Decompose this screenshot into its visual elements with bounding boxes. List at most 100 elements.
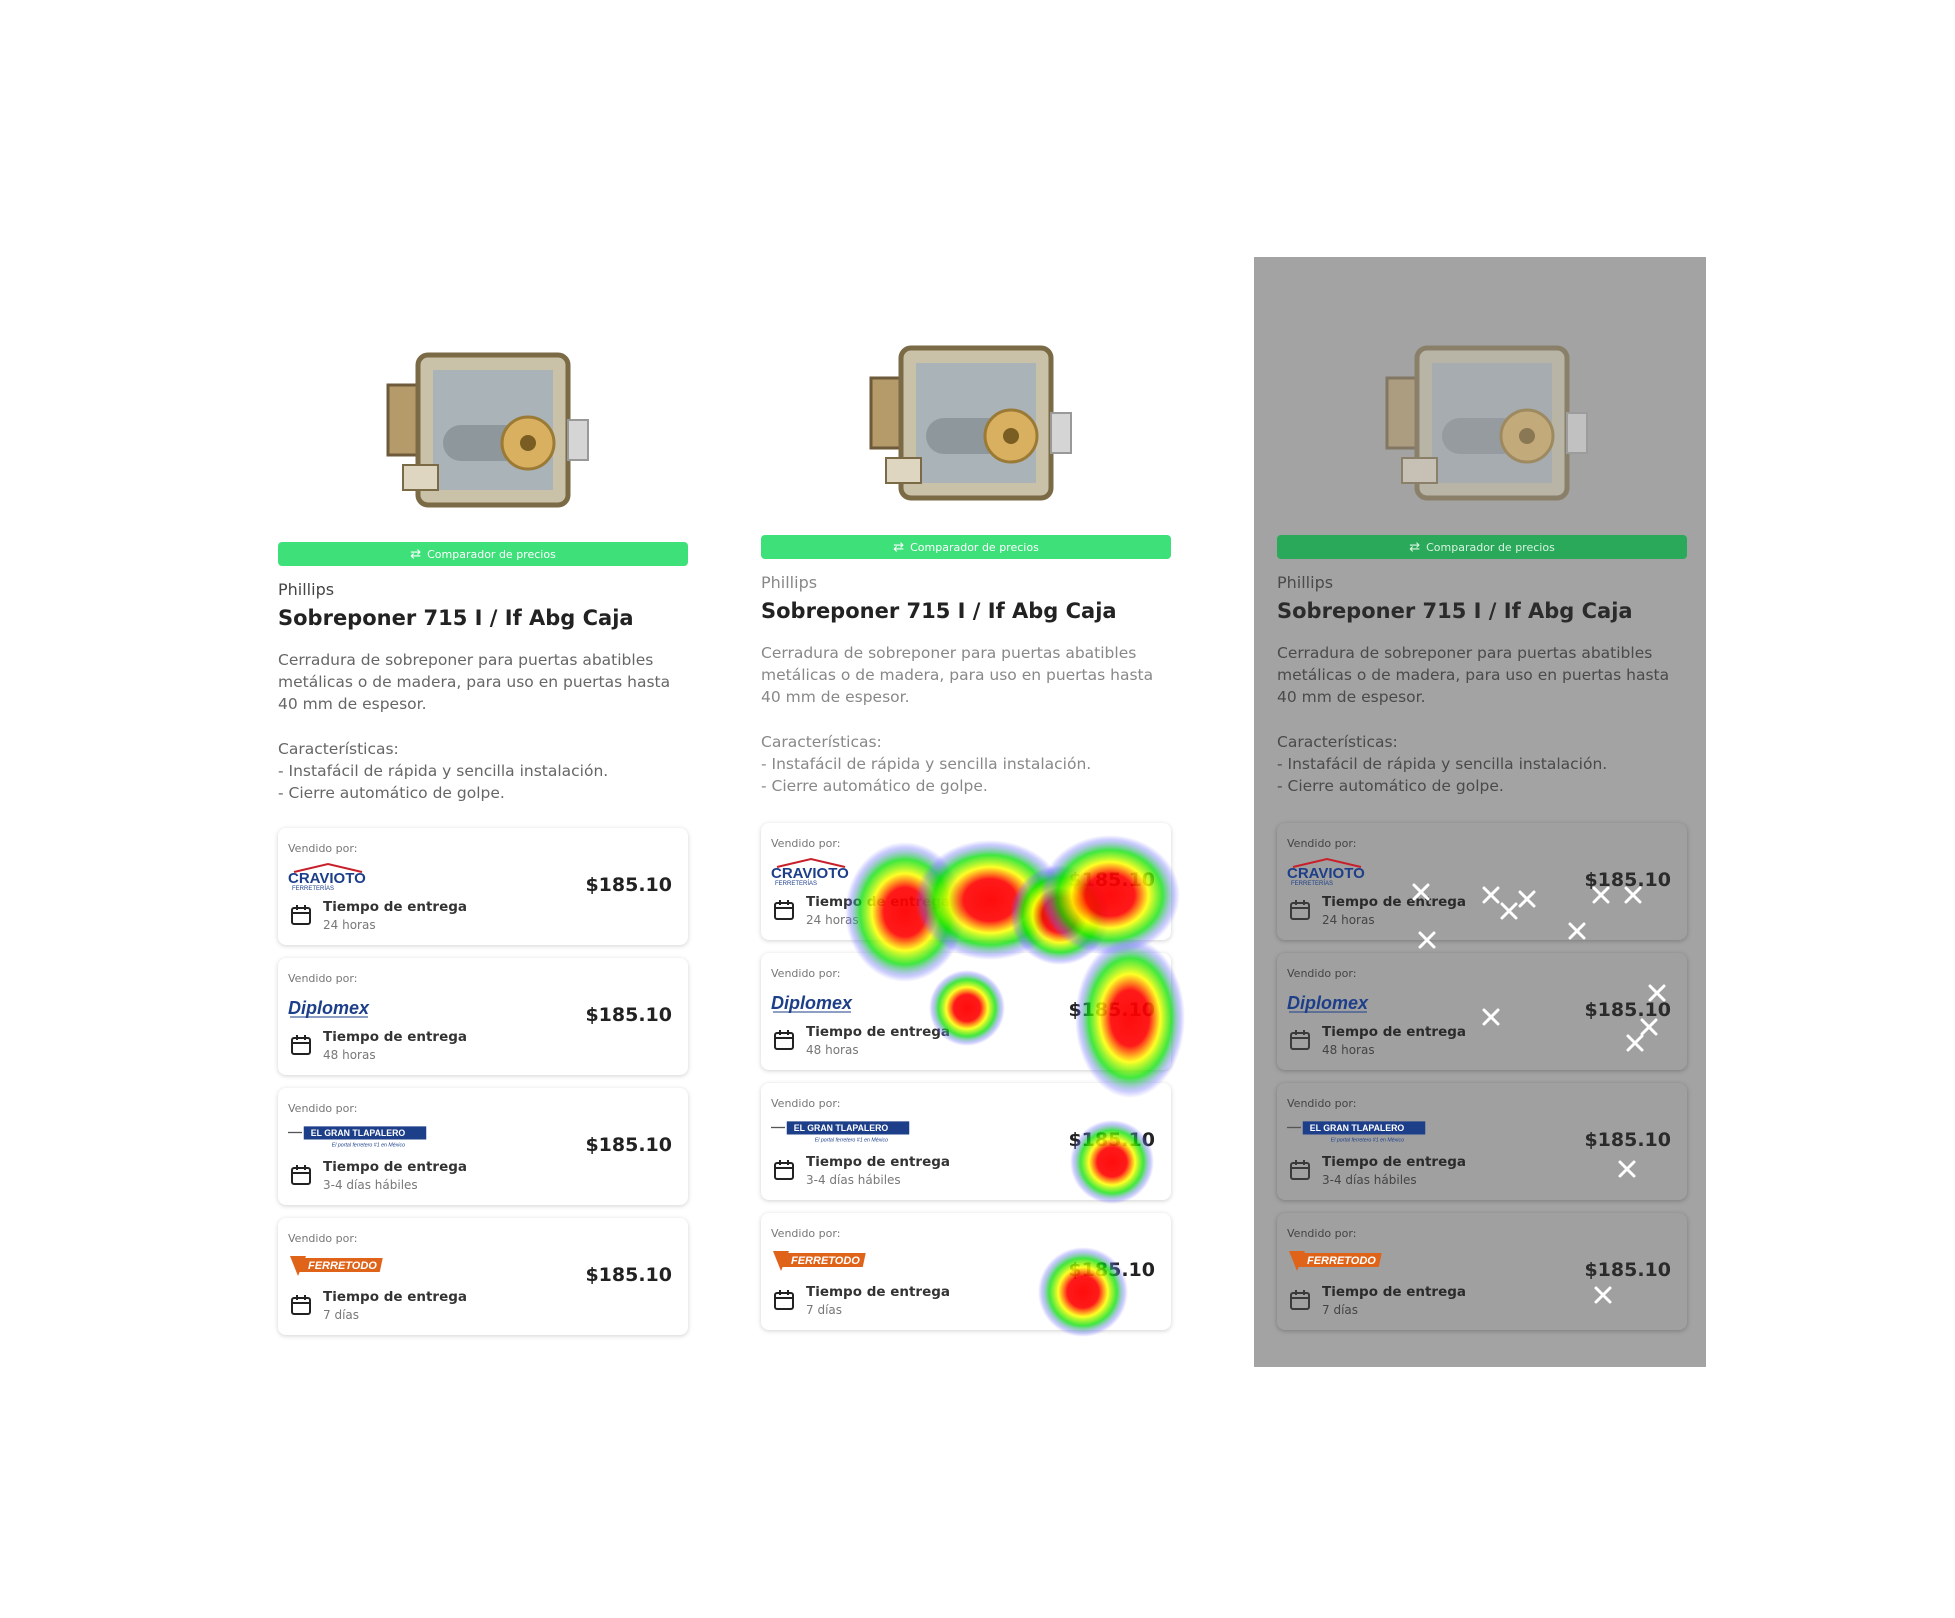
seller-price: $185.10 [1584, 1129, 1671, 1151]
svg-text:EL GRAN TLAPALERO: EL GRAN TLAPALERO [1310, 1123, 1405, 1133]
svg-text:EL GRAN TLAPALERO: EL GRAN TLAPALERO [794, 1123, 889, 1133]
features-heading: Características: [278, 740, 399, 758]
seller-logo[interactable]: EL GRAN TLAPALERO El portal ferretero #1 … [771, 1117, 911, 1145]
svg-text:FERRETERÍAS: FERRETERÍAS [775, 880, 817, 885]
delivery-time: 7 días [1322, 1303, 1359, 1317]
delivery-time: 7 días [806, 1303, 843, 1317]
seller-price: $185.10 [1068, 999, 1155, 1021]
svg-text:Diplomex: Diplomex [288, 998, 370, 1018]
seller-logo[interactable]: CRAVIOTO FERRETERÍAS [1287, 857, 1427, 885]
seller-card[interactable]: Vendido por: FERRETODO Tiempo de entrega 7 … [278, 1218, 688, 1335]
svg-text:EL GRAN TLAPALERO: EL GRAN TLAPALERO [311, 1128, 406, 1138]
seller-logo[interactable]: Diplomex [1287, 987, 1427, 1015]
product-panel-original: ⇄ Comparador de precios Phillips Sobrepo… [278, 0, 688, 1618]
seller-logo[interactable]: Diplomex [288, 992, 428, 1020]
feature-item: - Instafácil de rápida y sencilla instal… [1277, 755, 1608, 773]
seller-card[interactable]: Vendido por: CRAVIOTO FERRETERÍAS Tiempo de… [1277, 823, 1687, 940]
delivery-label: Tiempo de entrega [1322, 1284, 1467, 1300]
seller-list: Vendido por: CRAVIOTO FERRETERÍAS Tiempo de… [278, 828, 688, 1348]
delivery-label: Tiempo de entrega [806, 1154, 951, 1170]
feature-item: - Cierre automático de golpe. [1277, 777, 1504, 795]
seller-logo[interactable]: EL GRAN TLAPALERO El portal ferretero #1 … [288, 1122, 428, 1150]
svg-text:CRAVIOTO: CRAVIOTO [1287, 865, 1365, 882]
delivery-label: Tiempo de entrega [806, 1284, 951, 1300]
seller-card[interactable]: Vendido por: Diplomex Tiempo de entrega 48 … [1277, 953, 1687, 1070]
product-brand: Phillips [278, 580, 335, 599]
delivery-label: Tiempo de entrega [323, 1029, 468, 1045]
sold-by-label: Vendido por: [1287, 837, 1357, 850]
seller-card[interactable]: Vendido por: Diplomex Tiempo de entrega 48 … [761, 953, 1171, 1070]
seller-logo[interactable]: EL GRAN TLAPALERO El portal ferretero #1 … [1287, 1117, 1427, 1145]
svg-text:FERRETERÍAS: FERRETERÍAS [1291, 880, 1333, 885]
product-features: Características: - Instafácil de rápida … [278, 738, 688, 804]
delivery-label: Tiempo de entrega [323, 1289, 468, 1305]
delivery-label: Tiempo de entrega [323, 1159, 468, 1175]
delivery-time: 48 horas [323, 1048, 376, 1062]
compare-label: Comparador de precios [427, 547, 556, 561]
calendar-icon [773, 1029, 795, 1051]
seller-card[interactable]: Vendido por: FERRETODO Tiempo de entrega 7 … [1277, 1213, 1687, 1330]
delivery-label: Tiempo de entrega [1322, 1024, 1467, 1040]
seller-card[interactable]: Vendido por: EL GRAN TLAPALERO El portal f… [1277, 1083, 1687, 1200]
seller-card[interactable]: Vendido por: CRAVIOTO FERRETERÍAS Tiempo de… [761, 823, 1171, 940]
delivery-time: 3-4 días hábiles [806, 1173, 901, 1187]
seller-card[interactable]: Vendido por: FERRETODO Tiempo de entrega 7 … [761, 1213, 1171, 1330]
compare-arrows-icon: ⇄ [410, 546, 422, 562]
product-image [378, 345, 593, 525]
feature-item: - Cierre automático de golpe. [278, 784, 505, 802]
calendar-icon [1289, 899, 1311, 921]
price-comparator-button[interactable]: ⇄ Comparador de precios [1277, 535, 1687, 559]
delivery-time: 48 horas [1322, 1043, 1375, 1057]
product-description: Cerradura de sobreponer para puertas aba… [1277, 644, 1670, 706]
features-heading: Características: [1277, 733, 1398, 751]
product-description: Cerradura de sobreponer para puertas aba… [278, 651, 671, 713]
seller-logo[interactable]: CRAVIOTO FERRETERÍAS [771, 857, 911, 885]
feature-item: - Instafácil de rápida y sencilla instal… [761, 755, 1092, 773]
sold-by-label: Vendido por: [1287, 967, 1357, 980]
product-features: Características: - Instafácil de rápida … [1277, 731, 1687, 797]
calendar-icon [1289, 1029, 1311, 1051]
feature-item: - Cierre automático de golpe. [761, 777, 988, 795]
seller-logo[interactable]: FERRETODO [288, 1252, 428, 1280]
calendar-icon [1289, 1289, 1311, 1311]
seller-card[interactable]: Vendido por: EL GRAN TLAPALERO El portal f… [761, 1083, 1171, 1200]
seller-price: $185.10 [1068, 869, 1155, 891]
product-features: Características: - Instafácil de rápida … [761, 731, 1171, 797]
compare-arrows-icon: ⇄ [1409, 539, 1421, 555]
sold-by-label: Vendido por: [288, 842, 358, 855]
delivery-label: Tiempo de entrega [1322, 1154, 1467, 1170]
sold-by-label: Vendido por: [1287, 1097, 1357, 1110]
seller-price: $185.10 [585, 1264, 672, 1286]
seller-list: Vendido por: CRAVIOTO FERRETERÍAS Tiempo de… [761, 823, 1171, 1343]
svg-text:El portal ferretero #1 en Méxi: El portal ferretero #1 en México [815, 1138, 888, 1144]
product-panel-heatmap: ⇄ Comparador de precios Phillips Sobrepo… [761, 0, 1171, 1618]
product-description: Cerradura de sobreponer para puertas aba… [761, 644, 1154, 706]
svg-text:CRAVIOTO: CRAVIOTO [771, 865, 849, 882]
features-heading: Características: [761, 733, 882, 751]
delivery-label: Tiempo de entrega [806, 1024, 951, 1040]
compare-label: Comparador de precios [910, 540, 1039, 554]
seller-card[interactable]: Vendido por: EL GRAN TLAPALERO El portal f… [278, 1088, 688, 1205]
seller-card[interactable]: Vendido por: CRAVIOTO FERRETERÍAS Tiempo de… [278, 828, 688, 945]
sold-by-label: Vendido por: [771, 1227, 841, 1240]
price-comparator-button[interactable]: ⇄ Comparador de precios [761, 535, 1171, 559]
delivery-time: 7 días [323, 1308, 360, 1322]
seller-logo[interactable]: FERRETODO [771, 1247, 911, 1275]
svg-text:El portal ferretero #1 en Méxi: El portal ferretero #1 en México [1331, 1138, 1404, 1144]
compare-label: Comparador de precios [1426, 540, 1555, 554]
svg-text:El portal ferretero #1 en Méxi: El portal ferretero #1 en México [332, 1143, 405, 1149]
svg-text:Diplomex: Diplomex [771, 993, 853, 1013]
seller-logo[interactable]: FERRETODO [1287, 1247, 1427, 1275]
delivery-label: Tiempo de entrega [323, 899, 468, 915]
product-brand: Phillips [1277, 573, 1334, 592]
seller-price: $185.10 [1584, 1259, 1671, 1281]
calendar-icon [290, 1164, 312, 1186]
seller-logo[interactable]: CRAVIOTO FERRETERÍAS [288, 862, 428, 890]
seller-price: $185.10 [1068, 1129, 1155, 1151]
price-comparator-button[interactable]: ⇄ Comparador de precios [278, 542, 688, 566]
calendar-icon [773, 1159, 795, 1181]
seller-card[interactable]: Vendido por: Diplomex Tiempo de entrega 48 … [278, 958, 688, 1075]
seller-logo[interactable]: Diplomex [771, 987, 911, 1015]
svg-text:CRAVIOTO: CRAVIOTO [288, 870, 366, 887]
delivery-time: 48 horas [806, 1043, 859, 1057]
